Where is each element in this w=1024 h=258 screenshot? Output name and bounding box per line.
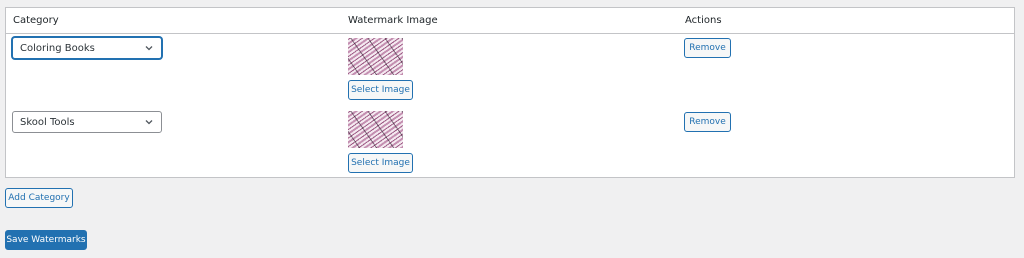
- category-select[interactable]: Coloring Books: [12, 37, 162, 59]
- remove-button[interactable]: Remove: [684, 38, 731, 58]
- table-header: Category Watermark Image Actions: [6, 8, 1014, 34]
- category-select-value: Skool Tools: [20, 117, 75, 128]
- chevron-down-icon: [145, 120, 153, 125]
- chevron-down-icon: [145, 46, 153, 51]
- remove-button[interactable]: Remove: [684, 112, 731, 132]
- select-image-button[interactable]: Select Image: [348, 80, 413, 100]
- header-category: Category: [13, 15, 59, 26]
- category-select[interactable]: Skool Tools: [12, 111, 162, 133]
- category-watermark-table: Category Watermark Image Actions Colorin…: [5, 7, 1015, 178]
- header-actions: Actions: [685, 15, 722, 26]
- header-watermark-image: Watermark Image: [348, 15, 438, 26]
- save-watermarks-button[interactable]: Save Watermarks: [5, 230, 87, 250]
- watermark-thumbnail: [348, 38, 403, 75]
- category-select-value: Coloring Books: [20, 43, 95, 54]
- watermark-thumbnail: [348, 111, 403, 148]
- select-image-button[interactable]: Select Image: [348, 153, 413, 173]
- watermark-settings-page: Category Watermark Image Actions Colorin…: [0, 0, 1024, 258]
- add-category-button[interactable]: Add Category: [5, 188, 73, 208]
